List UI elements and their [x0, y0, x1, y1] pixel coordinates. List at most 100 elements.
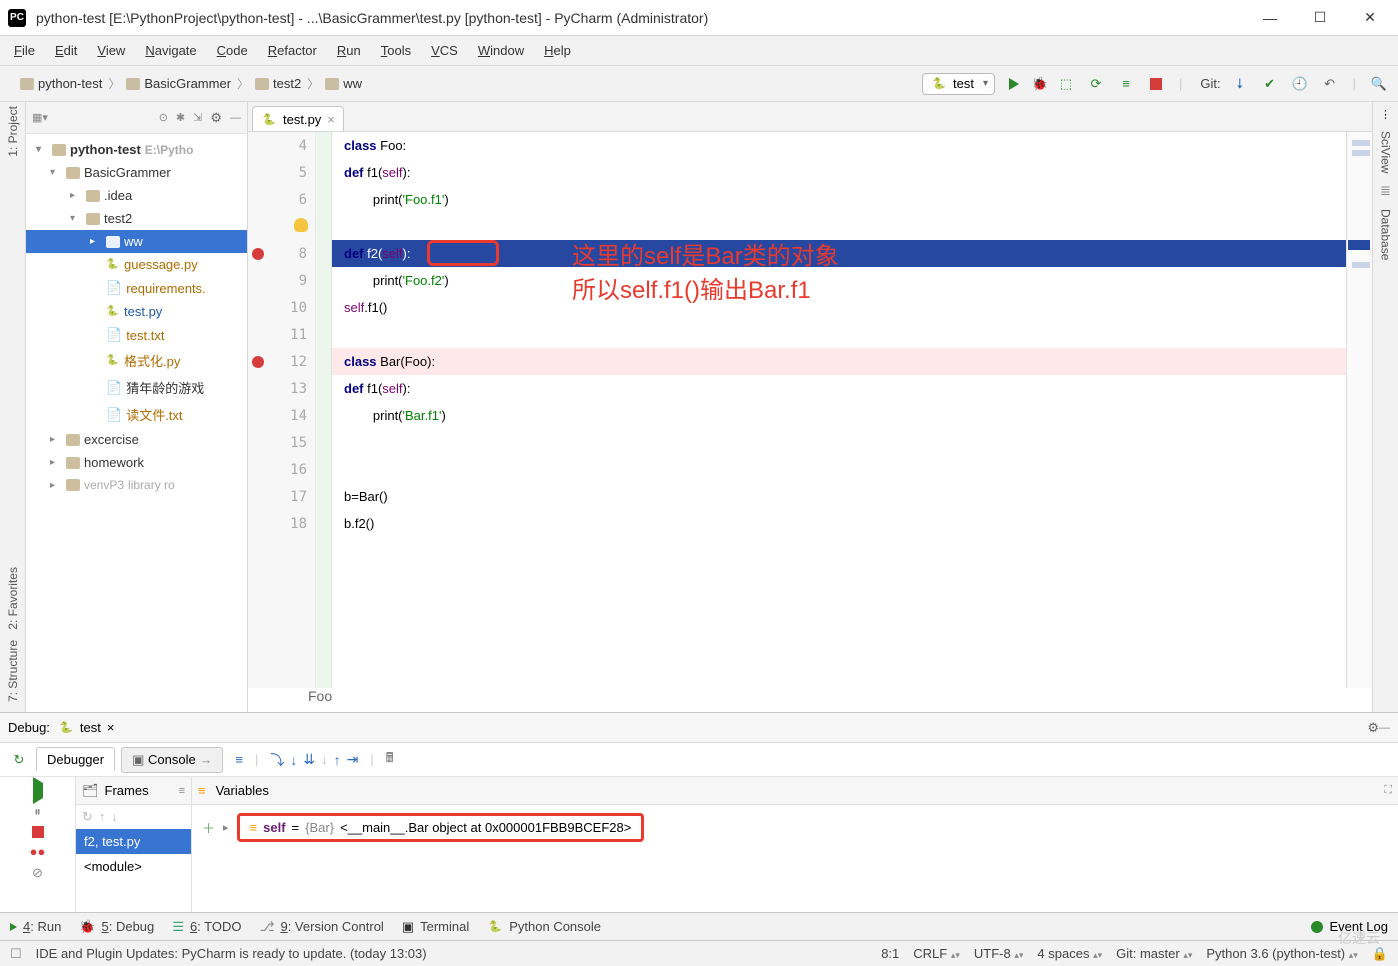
tab-todo[interactable]: ☰6: TODO — [172, 919, 241, 935]
menu-vcs[interactable]: VCS — [431, 43, 458, 58]
code-line-14[interactable]: print('Bar.f1') — [332, 402, 1346, 429]
frame-module[interactable]: <module> — [76, 854, 191, 879]
code-line-16[interactable] — [332, 456, 1346, 483]
debug-button[interactable]: 🐞 — [1033, 77, 1047, 91]
collapse-icon[interactable]: ⇲ — [193, 111, 202, 124]
stop-debug-button[interactable] — [32, 826, 44, 838]
menu-window[interactable]: Window — [478, 43, 524, 58]
settings-icon[interactable]: ⚙ — [210, 110, 222, 126]
menu-navigate[interactable]: Navigate — [145, 43, 196, 58]
debugger-tab[interactable]: Debugger — [36, 747, 115, 772]
menu-refactor[interactable]: Refactor — [268, 43, 317, 58]
vcs-history-button[interactable]: 🕘 — [1289, 73, 1311, 95]
menu-view[interactable]: View — [97, 43, 125, 58]
tree-格式化.py[interactable]: 🐍格式化.py — [26, 347, 247, 374]
frame-up-icon[interactable]: ↑ — [99, 809, 106, 825]
frame-f2[interactable]: f2, test.py — [76, 829, 191, 854]
menu-code[interactable]: Code — [217, 43, 248, 58]
step-out-button[interactable]: ↑ — [334, 752, 341, 768]
status-encoding[interactable]: UTF-8 ▴▾ — [974, 946, 1024, 961]
menu-file[interactable]: File — [14, 43, 35, 58]
tree-test2[interactable]: ▾test2 — [26, 207, 247, 230]
gutter-line-18[interactable]: 18 — [248, 510, 315, 537]
code-line-12[interactable]: class Bar(Foo): — [332, 348, 1346, 375]
code-line-11[interactable] — [332, 321, 1346, 348]
tree-test.txt[interactable]: 📄test.txt — [26, 323, 247, 347]
code-line-5[interactable]: def f1(self): — [332, 159, 1346, 186]
tree-requirements.[interactable]: 📄requirements. — [26, 276, 247, 300]
gutter-line-10[interactable]: 10 — [248, 294, 315, 321]
evaluate-button[interactable]: 🖩 — [386, 749, 394, 771]
tab-terminal[interactable]: ▣Terminal — [402, 919, 469, 935]
code-line-18[interactable]: b.f2() — [332, 510, 1346, 537]
tree-venvP3[interactable]: ▸venvP3 library ro — [26, 474, 247, 496]
gutter-line-8[interactable]: 8 — [248, 240, 315, 267]
gutter-line-7[interactable]: 7 — [248, 213, 315, 240]
rail-structure[interactable]: 7: Structure — [6, 640, 20, 702]
code-view[interactable]: 这里的self是Bar类的对象 所以self.f1()输出Bar.f1 clas… — [332, 132, 1346, 688]
rail-project[interactable]: 1: Project — [6, 106, 20, 157]
menu-help[interactable]: Help — [544, 43, 571, 58]
debug-settings-icon[interactable]: ⚙ — [1367, 720, 1379, 736]
vcs-revert-button[interactable]: ↶ — [1319, 73, 1341, 95]
tree-test.py[interactable]: 🐍test.py — [26, 300, 247, 323]
expand-icon[interactable]: ✱ — [176, 111, 185, 124]
step-over-button[interactable]: ⤵ — [270, 750, 284, 770]
breadcrumb-test2[interactable]: test2 — [255, 76, 301, 91]
tab-run[interactable]: 4: Run — [10, 919, 61, 934]
tree-excercise[interactable]: ▸excercise — [26, 428, 247, 451]
tree-python-test[interactable]: ▾python-test E:\Pytho — [26, 138, 247, 161]
add-watch-icon[interactable]: ＋ — [202, 818, 215, 837]
profile-button[interactable]: ⟳ — [1085, 73, 1107, 95]
gutter-line-11[interactable]: 11 — [248, 321, 315, 348]
force-step-button[interactable]: ↓ — [321, 752, 328, 767]
resume-button[interactable] — [33, 783, 43, 798]
minimize-button[interactable]: — — [1250, 4, 1290, 32]
view-breakpoints-button[interactable]: ●● — [30, 844, 46, 859]
code-line-15[interactable] — [332, 429, 1346, 456]
editor-tab-test[interactable]: 🐍 test.py × — [252, 106, 344, 131]
minimap[interactable] — [1346, 132, 1372, 688]
pause-button[interactable]: ⏸ — [34, 804, 41, 820]
gutter-line-5[interactable]: 5 — [248, 159, 315, 186]
gutter[interactable]: 456789101112131415161718 — [248, 132, 316, 688]
code-line-7[interactable] — [332, 213, 1346, 240]
tab-vcs[interactable]: ⎇9: Version Control — [259, 919, 383, 935]
tree-读文件.txt[interactable]: 📄读文件.txt — [26, 401, 247, 428]
step-into-my-button[interactable]: ⇊ — [303, 751, 315, 768]
debug-hide-icon[interactable]: — — [1379, 722, 1390, 734]
code-line-10[interactable]: self.f1() — [332, 294, 1346, 321]
rerun-button[interactable]: ↻ — [8, 749, 30, 771]
gutter-line-4[interactable]: 4 — [248, 132, 315, 159]
close-icon[interactable]: × — [107, 720, 115, 735]
run-button[interactable] — [1003, 73, 1025, 95]
breadcrumb-python-test[interactable]: python-test — [20, 76, 102, 91]
tab-python-console[interactable]: 🐍Python Console — [487, 919, 601, 935]
code-line-4[interactable]: class Foo: — [332, 132, 1346, 159]
project-tree[interactable]: ▾python-test E:\Pytho▾BasicGrammer▸.idea… — [26, 134, 247, 712]
fold-rail[interactable] — [316, 132, 332, 688]
tree-guessage.py[interactable]: 🐍guessage.py — [26, 253, 247, 276]
frame-prev-icon[interactable]: ↻ — [82, 809, 93, 825]
code-line-6[interactable]: print('Foo.f1') — [332, 186, 1346, 213]
status-line-sep[interactable]: CRLF ▴▾ — [913, 946, 960, 961]
status-git[interactable]: Git: master ▴▾ — [1116, 946, 1192, 961]
status-sdk[interactable]: Python 3.6 (python-test) ▴▾ — [1206, 946, 1357, 961]
frame-down-icon[interactable]: ↓ — [111, 809, 118, 825]
breadcrumb-BasicGrammer[interactable]: BasicGrammer — [126, 76, 231, 91]
select-opened-icon[interactable]: ⊙ — [159, 111, 168, 124]
run-config-dropdown[interactable]: 🐍 test — [922, 73, 995, 95]
gutter-line-12[interactable]: 12 — [248, 348, 315, 375]
code-line-9[interactable]: print('Foo.f2') — [332, 267, 1346, 294]
gutter-line-14[interactable]: 14 — [248, 402, 315, 429]
stop-button[interactable] — [1145, 73, 1167, 95]
close-button[interactable]: ✕ — [1350, 4, 1390, 32]
breadcrumb-ww[interactable]: ww — [325, 76, 362, 91]
gutter-line-15[interactable]: 15 — [248, 429, 315, 456]
restore-layout-icon[interactable]: ⛶ — [1384, 784, 1392, 797]
run-to-cursor-button[interactable]: ⇥ — [347, 751, 359, 768]
breakpoint-icon[interactable] — [252, 356, 264, 368]
search-everywhere-button[interactable]: 🔍 — [1368, 73, 1390, 95]
vcs-commit-button[interactable]: ✔ — [1259, 73, 1281, 95]
menu-run[interactable]: Run — [337, 43, 361, 58]
